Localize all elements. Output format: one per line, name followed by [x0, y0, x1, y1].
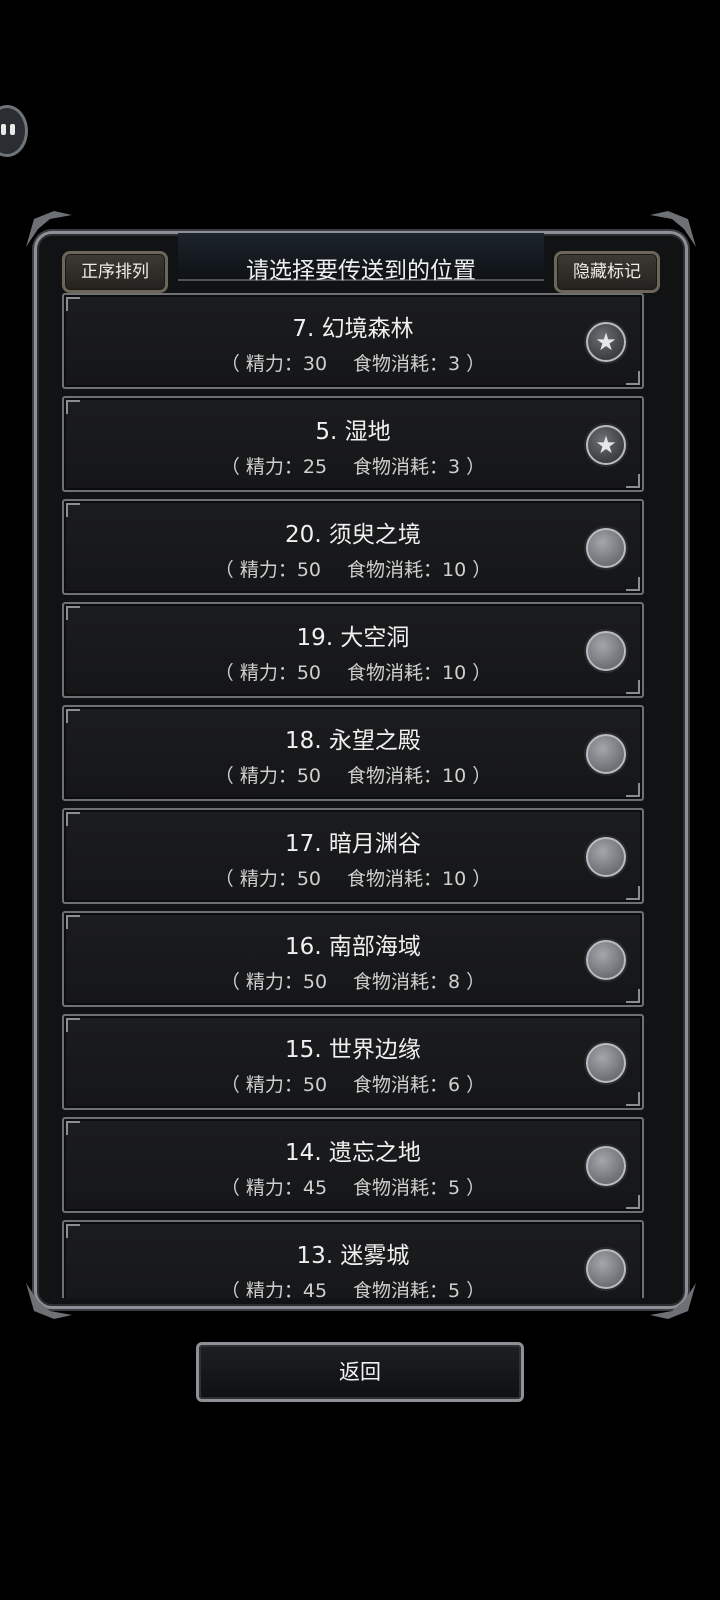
star-icon: ★ — [595, 328, 617, 356]
empty-badge-icon[interactable] — [586, 1146, 626, 1186]
location-name: 16. 南部海域 — [285, 934, 421, 960]
energy-cost: （ 精力：25 — [220, 456, 328, 478]
location-list[interactable]: 7. 幻境森林 （ 精力：30 食物消耗：3 ） ★ 5. 湿地 （ 精力：25 食物消耗：… — [62, 293, 644, 1298]
food-cost: 食物消耗：8 ） — [353, 971, 486, 993]
location-cost: （ 精力：50 食物消耗：10 ） — [64, 658, 642, 685]
frame-ornament-icon — [650, 1283, 696, 1319]
location-cost: （ 精力：45 食物消耗：5 ） — [64, 1276, 642, 1298]
location-item[interactable]: 20. 须臾之境 （ 精力：50 食物消耗：10 ） — [62, 499, 644, 595]
location-cost: （ 精力：50 食物消耗：10 ） — [64, 555, 642, 582]
energy-cost: （ 精力：50 — [214, 868, 321, 890]
location-item[interactable]: 14. 遗忘之地 （ 精力：45 食物消耗：5 ） — [62, 1117, 644, 1213]
empty-badge-icon[interactable] — [586, 1249, 626, 1289]
location-item[interactable]: 7. 幻境森林 （ 精力：30 食物消耗：3 ） ★ — [62, 293, 644, 389]
energy-cost: （ 精力：45 — [220, 1280, 328, 1298]
location-item[interactable]: 15. 世界边缘 （ 精力：50 食物消耗：6 ） — [62, 1014, 644, 1110]
food-cost: 食物消耗：3 ） — [353, 456, 486, 478]
empty-badge-icon[interactable] — [586, 528, 626, 568]
food-cost: 食物消耗：5 ） — [353, 1280, 486, 1298]
location-item[interactable]: 19. 大空洞 （ 精力：50 食物消耗：10 ） — [62, 602, 644, 698]
teleport-panel: 正序排列 请选择要传送到的位置 隐藏标记 7. 幻境森林 （ 精力：30 食物消耗：… — [26, 211, 696, 1319]
food-cost: 食物消耗：10 ） — [347, 765, 492, 787]
location-cost: （ 精力：50 食物消耗：6 ） — [64, 1070, 642, 1097]
location-cost: （ 精力：50 食物消耗：10 ） — [64, 761, 642, 788]
location-item[interactable]: 13. 迷雾城 （ 精力：45 食物消耗：5 ） — [62, 1220, 644, 1298]
energy-cost: （ 精力：50 — [214, 765, 321, 787]
location-cost: （ 精力：25 食物消耗：3 ） — [64, 452, 642, 479]
location-cost: （ 精力：50 食物消耗：10 ） — [64, 864, 642, 891]
food-cost: 食物消耗：6 ） — [353, 1074, 486, 1096]
empty-badge-icon[interactable] — [586, 940, 626, 980]
location-name: 19. 大空洞 — [296, 625, 410, 651]
location-cost: （ 精力：30 食物消耗：3 ） — [64, 349, 642, 376]
hide-marks-button[interactable]: 隐藏标记 — [554, 251, 660, 293]
energy-cost: （ 精力：50 — [214, 559, 321, 581]
location-cost: （ 精力：50 食物消耗：8 ） — [64, 967, 642, 994]
location-name: 13. 迷雾城 — [296, 1243, 410, 1269]
food-cost: 食物消耗：5 ） — [353, 1177, 486, 1199]
assistant-eye-icon — [10, 124, 15, 135]
location-name: 18. 永望之殿 — [285, 728, 421, 754]
star-badge-icon[interactable]: ★ — [586, 322, 626, 362]
location-name: 20. 须臾之境 — [285, 522, 421, 548]
energy-cost: （ 精力：45 — [220, 1177, 328, 1199]
empty-badge-icon[interactable] — [586, 837, 626, 877]
location-name: 14. 遗忘之地 — [285, 1140, 421, 1166]
floating-assistant-button[interactable] — [0, 105, 28, 157]
food-cost: 食物消耗：3 ） — [353, 353, 486, 375]
food-cost: 食物消耗：10 ） — [347, 559, 492, 581]
star-icon: ★ — [595, 431, 617, 459]
energy-cost: （ 精力：50 — [220, 971, 328, 993]
location-name: 7. 幻境森林 — [292, 316, 414, 342]
back-button[interactable]: 返回 — [196, 1342, 524, 1402]
food-cost: 食物消耗：10 ） — [347, 662, 492, 684]
location-name: 15. 世界边缘 — [285, 1037, 421, 1063]
location-item[interactable]: 17. 暗月渊谷 （ 精力：50 食物消耗：10 ） — [62, 808, 644, 904]
location-item[interactable]: 18. 永望之殿 （ 精力：50 食物消耗：10 ） — [62, 705, 644, 801]
location-cost: （ 精力：45 食物消耗：5 ） — [64, 1173, 642, 1200]
location-item[interactable]: 5. 湿地 （ 精力：25 食物消耗：3 ） ★ — [62, 396, 644, 492]
energy-cost: （ 精力：50 — [214, 662, 321, 684]
panel-header: 正序排列 请选择要传送到的位置 隐藏标记 — [28, 229, 694, 293]
location-item[interactable]: 16. 南部海域 （ 精力：50 食物消耗：8 ） — [62, 911, 644, 1007]
food-cost: 食物消耗：10 ） — [347, 868, 492, 890]
assistant-eye-icon — [1, 124, 6, 135]
star-badge-icon[interactable]: ★ — [586, 425, 626, 465]
empty-badge-icon[interactable] — [586, 1043, 626, 1083]
energy-cost: （ 精力：50 — [220, 1074, 328, 1096]
empty-badge-icon[interactable] — [586, 734, 626, 774]
energy-cost: （ 精力：30 — [220, 353, 328, 375]
empty-badge-icon[interactable] — [586, 631, 626, 671]
location-name: 5. 湿地 — [315, 419, 391, 445]
location-name: 17. 暗月渊谷 — [285, 831, 421, 857]
